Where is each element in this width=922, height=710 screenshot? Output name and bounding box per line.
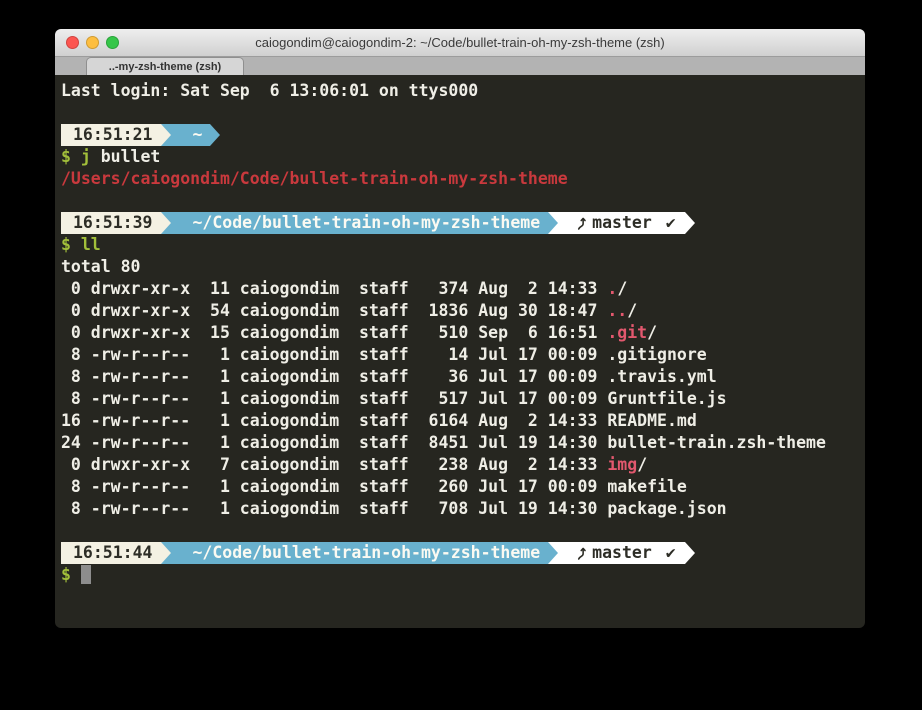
terminal-cursor xyxy=(81,565,91,584)
git-branch-name: master xyxy=(592,542,662,564)
prompt-char: $ xyxy=(61,147,81,166)
file-meta: 16 -rw-r--r-- 1 caiogondim staff 6164 Au… xyxy=(61,411,607,430)
git-branch-name: master xyxy=(592,212,662,234)
powerline-arrow-icon xyxy=(685,542,705,564)
title-bar[interactable]: caiogondim@caiogondim-2: ~/Code/bullet-t… xyxy=(55,29,865,57)
tab-active[interactable]: ..-my-zsh-theme (zsh) xyxy=(86,57,244,75)
dir-slash: / xyxy=(647,323,657,342)
terminal-window: caiogondim@caiogondim-2: ~/Code/bullet-t… xyxy=(55,29,865,628)
command-line: $ j bullet xyxy=(61,146,865,168)
dir-name: . xyxy=(607,279,617,298)
file-list-row: 24 -rw-r--r-- 1 caiogondim staff 8451 Ju… xyxy=(61,432,865,454)
powerline-arrow-icon xyxy=(548,212,568,234)
tab-bar: ..-my-zsh-theme (zsh) xyxy=(55,57,865,75)
prompt-time-segment: 16:51:44 xyxy=(61,542,161,564)
file-list-row: 8 -rw-r--r-- 1 caiogondim staff 260 Jul … xyxy=(61,476,865,498)
input-line: $ xyxy=(61,564,865,586)
prompt-git-segment: master ✔ xyxy=(568,542,684,564)
prompt-line: 16:51:21 ~ xyxy=(61,124,865,146)
window-title: caiogondim@caiogondim-2: ~/Code/bullet-t… xyxy=(255,35,665,50)
file-meta: 24 -rw-r--r-- 1 caiogondim staff 8451 Ju… xyxy=(61,433,607,452)
command-line: $ ll xyxy=(61,234,865,256)
dir-slash: / xyxy=(617,279,627,298)
file-list-row: 0 drwxr-xr-x 7 caiogondim staff 238 Aug … xyxy=(61,454,865,476)
dir-name: .git xyxy=(607,323,647,342)
git-branch-icon xyxy=(573,215,588,232)
file-name: package.json xyxy=(607,499,726,518)
output-path-line: /Users/caiogondim/Code/bullet-train-oh-m… xyxy=(61,168,865,190)
output-line: Last login: Sat Sep 6 13:06:01 on ttys00… xyxy=(61,80,865,102)
tab-label: ..-my-zsh-theme (zsh) xyxy=(109,61,221,73)
file-meta: 8 -rw-r--r-- 1 caiogondim staff 260 Jul … xyxy=(61,477,607,496)
powerline-arrow-icon xyxy=(161,124,181,146)
powerline-arrow-icon xyxy=(210,124,230,146)
prompt-char: $ xyxy=(61,235,81,254)
prompt-path-segment: ~/Code/bullet-train-oh-my-zsh-theme xyxy=(181,212,548,234)
output-line: total 80 xyxy=(61,256,865,278)
prompt-path-segment: ~/Code/bullet-train-oh-my-zsh-theme xyxy=(181,542,548,564)
file-meta: 8 -rw-r--r-- 1 caiogondim staff 36 Jul 1… xyxy=(61,367,607,386)
powerline-arrow-icon xyxy=(161,212,181,234)
terminal-body[interactable]: Last login: Sat Sep 6 13:06:01 on ttys00… xyxy=(55,75,865,628)
desktop: { "window": { "title": "caiogondim@caiog… xyxy=(0,0,922,710)
dir-name: img xyxy=(607,455,637,474)
file-list-row: 8 -rw-r--r-- 1 caiogondim staff 708 Jul … xyxy=(61,498,865,520)
file-meta: 0 drwxr-xr-x 11 caiogondim staff 374 Aug… xyxy=(61,279,607,298)
file-list-row: 8 -rw-r--r-- 1 caiogondim staff 517 Jul … xyxy=(61,388,865,410)
file-meta: 0 drwxr-xr-x 7 caiogondim staff 238 Aug … xyxy=(61,455,607,474)
file-name: .travis.yml xyxy=(607,367,716,386)
file-name: makefile xyxy=(607,477,686,496)
git-clean-check-icon: ✔ xyxy=(666,542,676,564)
command-args: bullet xyxy=(91,147,161,166)
prompt-line: 16:51:44 ~/Code/bullet-train-oh-my-zsh-th… xyxy=(61,542,865,564)
powerline-arrow-icon xyxy=(685,212,705,234)
file-list-row: 8 -rw-r--r-- 1 caiogondim staff 36 Jul 1… xyxy=(61,366,865,388)
git-branch-icon xyxy=(573,545,588,562)
minimize-icon[interactable] xyxy=(86,36,99,49)
dir-slash: / xyxy=(637,455,647,474)
file-list-row: 0 drwxr-xr-x 15 caiogondim staff 510 Sep… xyxy=(61,322,865,344)
prompt-git-segment: master ✔ xyxy=(568,212,684,234)
file-list-row: 8 -rw-r--r-- 1 caiogondim staff 14 Jul 1… xyxy=(61,344,865,366)
blank-line xyxy=(61,102,865,124)
zoom-icon[interactable] xyxy=(106,36,119,49)
close-icon[interactable] xyxy=(66,36,79,49)
blank-line xyxy=(61,520,865,542)
powerline-arrow-icon xyxy=(161,542,181,564)
file-meta: 0 drwxr-xr-x 15 caiogondim staff 510 Sep… xyxy=(61,323,607,342)
command-name: ll xyxy=(81,235,101,254)
powerline-arrow-icon xyxy=(548,542,568,564)
prompt-time-segment: 16:51:21 xyxy=(61,124,161,146)
prompt-line: 16:51:39 ~/Code/bullet-train-oh-my-zsh-th… xyxy=(61,212,865,234)
file-list-row: 0 drwxr-xr-x 54 caiogondim staff 1836 Au… xyxy=(61,300,865,322)
dir-name: .. xyxy=(607,301,627,320)
file-meta: 8 -rw-r--r-- 1 caiogondim staff 708 Jul … xyxy=(61,499,607,518)
file-list-row: 16 -rw-r--r-- 1 caiogondim staff 6164 Au… xyxy=(61,410,865,432)
dir-slash: / xyxy=(627,301,637,320)
file-name: Gruntfile.js xyxy=(607,389,726,408)
command-name: j xyxy=(81,147,91,166)
prompt-time-segment: 16:51:39 xyxy=(61,212,161,234)
traffic-lights xyxy=(66,29,119,56)
blank-line xyxy=(61,190,865,212)
file-meta: 0 drwxr-xr-x 54 caiogondim staff 1836 Au… xyxy=(61,301,607,320)
git-clean-check-icon: ✔ xyxy=(666,212,676,234)
file-list-row: 0 drwxr-xr-x 11 caiogondim staff 374 Aug… xyxy=(61,278,865,300)
prompt-char: $ xyxy=(61,565,81,584)
file-name: .gitignore xyxy=(607,345,706,364)
file-name: bullet-train.zsh-theme xyxy=(607,433,826,452)
file-name: README.md xyxy=(607,411,696,430)
file-meta: 8 -rw-r--r-- 1 caiogondim staff 517 Jul … xyxy=(61,389,607,408)
prompt-path-segment: ~ xyxy=(181,124,210,146)
file-meta: 8 -rw-r--r-- 1 caiogondim staff 14 Jul 1… xyxy=(61,345,607,364)
